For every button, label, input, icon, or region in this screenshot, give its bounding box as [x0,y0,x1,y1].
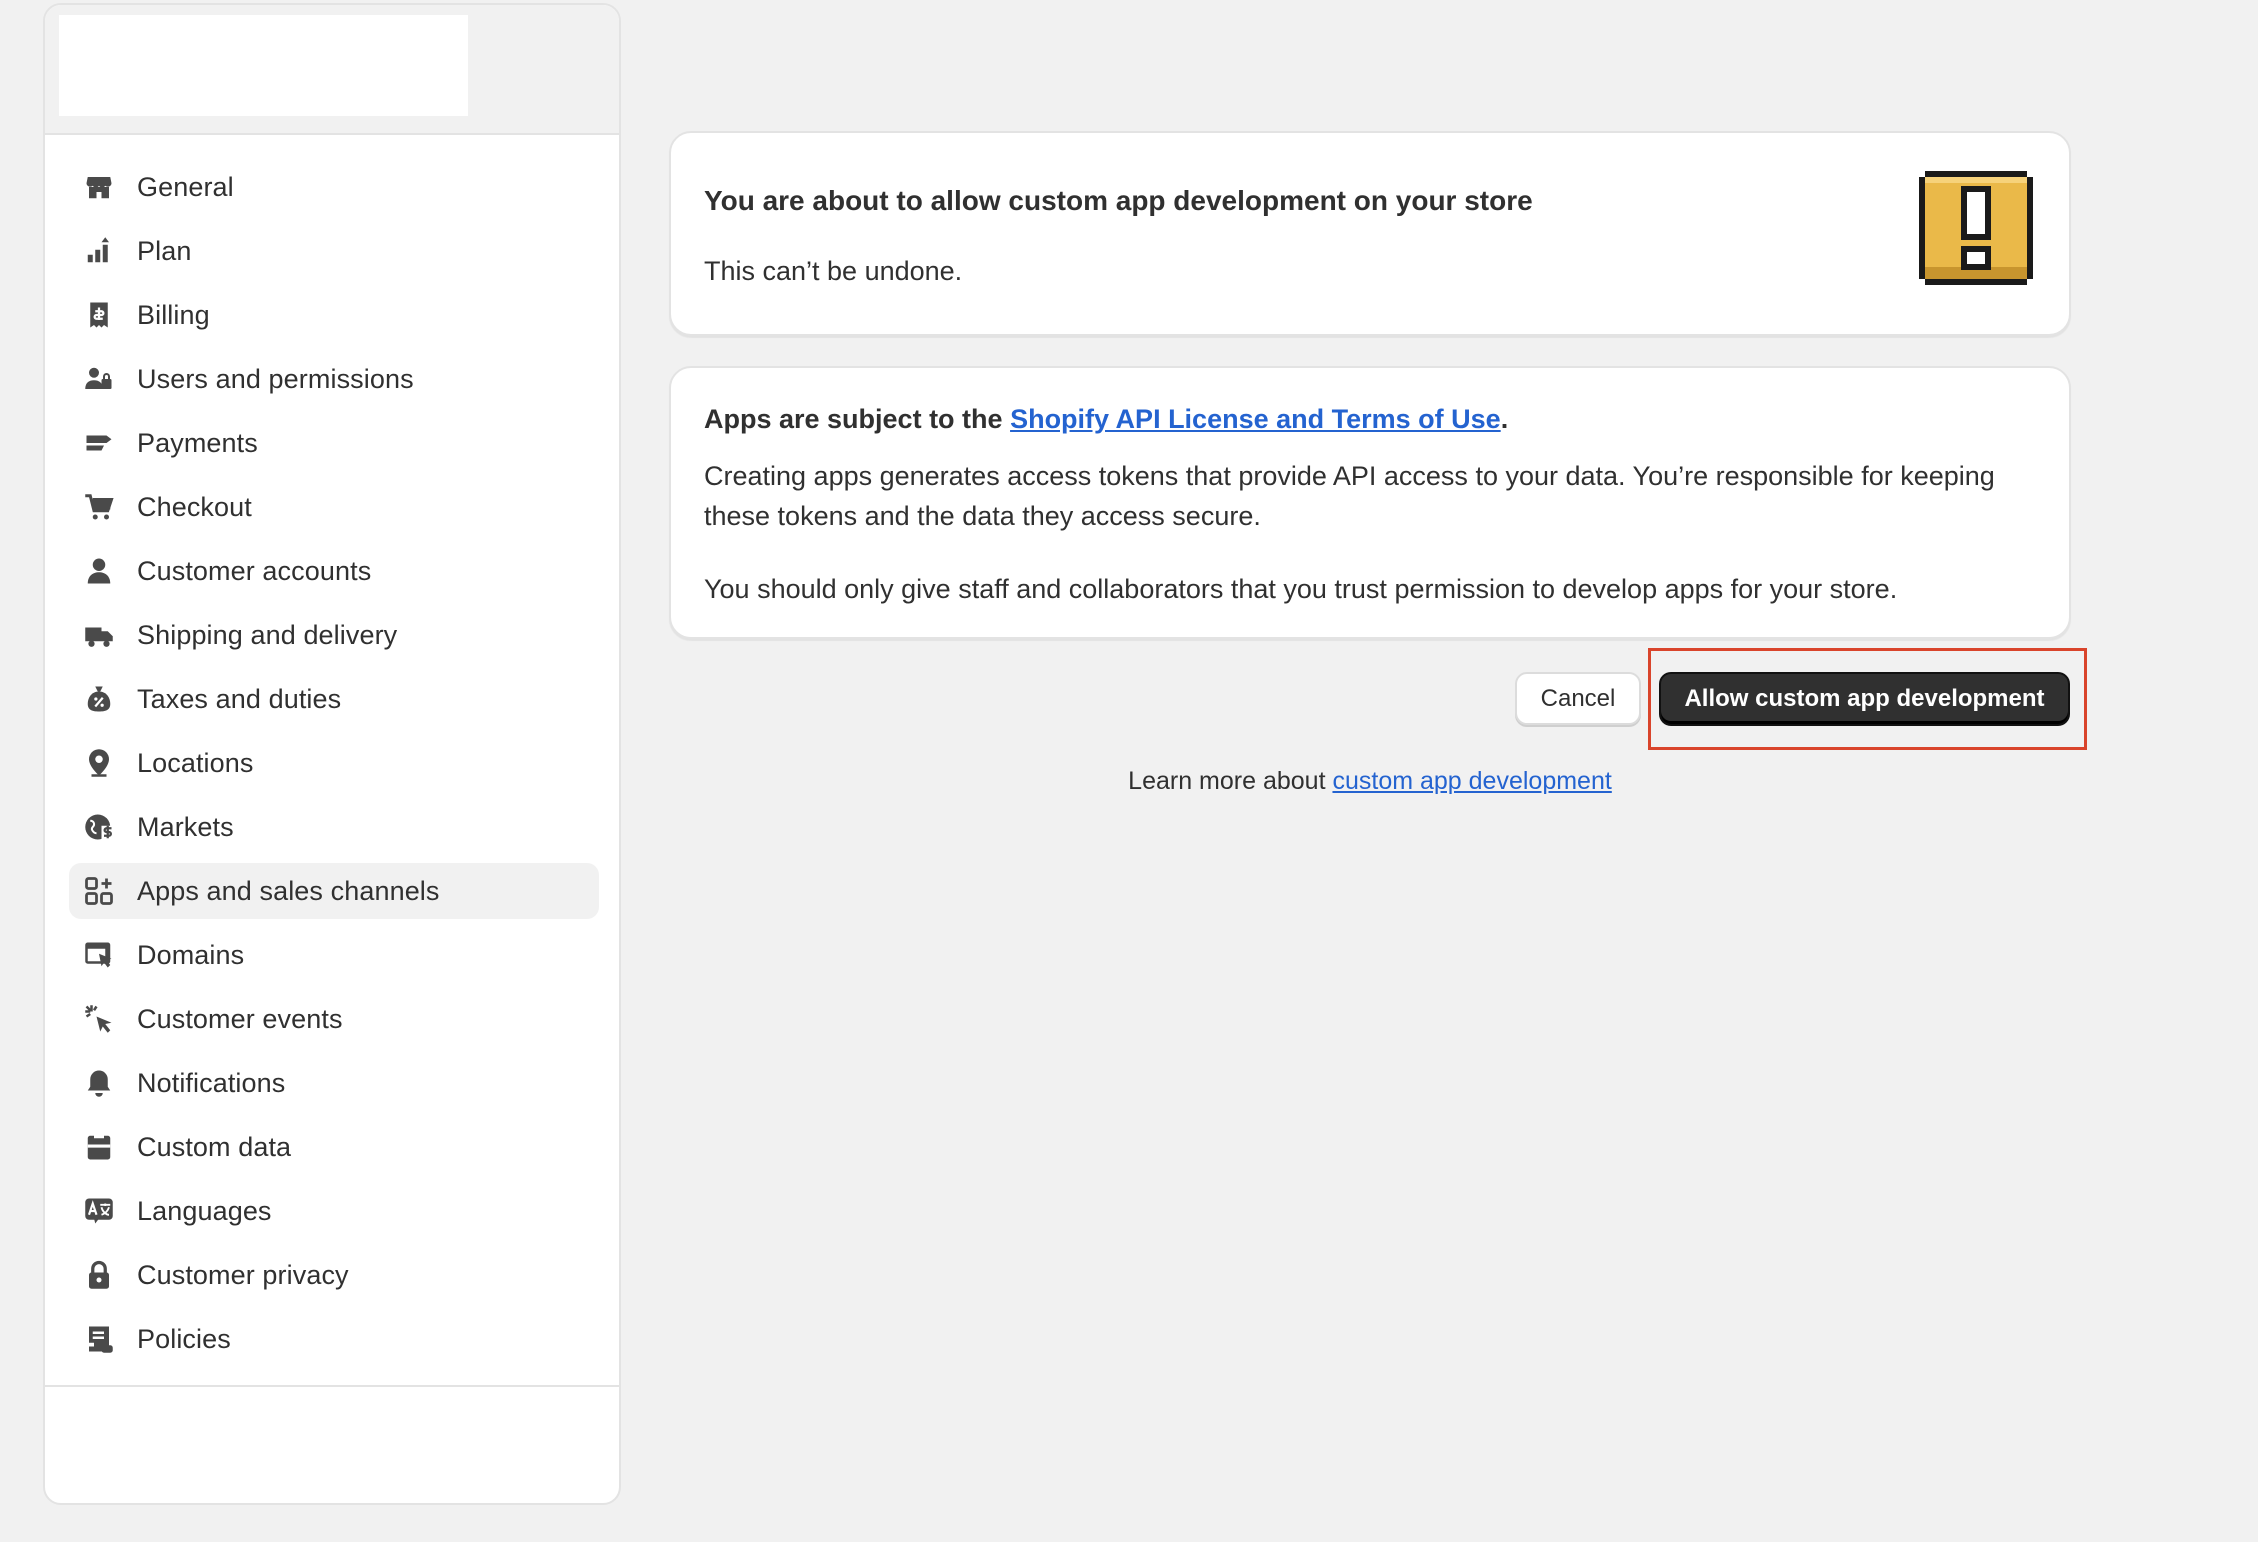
warning-card: You are about to allow custom app develo… [669,131,2071,336]
terms-paragraph-tokens: Creating apps generates access tokens th… [704,461,1995,531]
sidebar-item-users-and-permissions[interactable]: Users and permissions [69,351,599,407]
settings-nav: General Plan Billing Users and permissions P… [69,159,599,1375]
domains-icon [83,939,115,971]
api-terms-link[interactable]: Shopify API License and Terms of Use [1010,404,1501,434]
sidebar-item-shipping-and-delivery[interactable]: Shipping and delivery [69,607,599,663]
sidebar-item-label: Billing [137,299,210,330]
sidebar-item-customer-privacy[interactable]: Customer privacy [69,1247,599,1303]
sidebar-item-customer-accounts[interactable]: Customer accounts [69,543,599,599]
sidebar-item-label: Domains [137,939,245,970]
globe-icon [83,811,115,843]
warning-title: You are about to allow custom app develo… [704,185,1533,216]
sidebar-item-plan[interactable]: Plan [69,223,599,279]
terms-title: Apps are subject to the Shopify API Lice… [704,404,1508,435]
sidebar-item-custom-data[interactable]: Custom data [69,1119,599,1175]
sidebar-item-checkout[interactable]: Checkout [69,479,599,535]
sidebar-item-label: Apps and sales channels [137,875,440,906]
cursor-icon [83,1003,115,1035]
cancel-button[interactable]: Cancel [1515,672,1641,725]
sidebar-item-label: Checkout [137,491,252,522]
sidebar-item-general[interactable]: General [69,159,599,215]
sidebar-item-label: Plan [137,235,192,266]
warning-exclamation-icon [1919,171,2033,285]
sidebar-item-label: Notifications [137,1067,286,1098]
custom-app-development-link[interactable]: custom app development [1332,767,1611,795]
sidebar-item-label: Locations [137,747,254,778]
location-icon [83,747,115,779]
sidebar-item-domains[interactable]: Domains [69,927,599,983]
sidebar-item-label: Payments [137,427,258,458]
sidebar-item-locations[interactable]: Locations [69,735,599,791]
bell-icon [83,1067,115,1099]
sidebar-item-apps-and-sales-channels[interactable]: Apps and sales channels [69,863,599,919]
sidebar-item-markets[interactable]: Markets [69,799,599,855]
learn-more-text: Learn more about custom app development [669,767,2071,796]
allow-custom-app-development-button[interactable]: Allow custom app development [1659,672,2070,726]
users-icon [83,363,115,395]
terms-card: Apps are subject to the Shopify API Lice… [669,366,2071,639]
sidebar-item-taxes-and-duties[interactable]: Taxes and duties [69,671,599,727]
sidebar-item-label: Policies [137,1323,231,1354]
sidebar-item-label: Customer accounts [137,555,372,586]
sidebar-item-payments[interactable]: Payments [69,415,599,471]
sidebar-item-languages[interactable]: Languages [69,1183,599,1239]
policies-icon [83,1323,115,1355]
sidebar-item-label: Custom data [137,1131,292,1162]
sidebar-item-label: Customer events [137,1003,343,1034]
sidebar-item-label: Shipping and delivery [137,619,398,650]
store-icon [83,171,115,203]
sidebar-item-billing[interactable]: Billing [69,287,599,343]
truck-icon [83,619,115,651]
terms-title-suffix: . [1500,404,1509,434]
tax-icon [83,683,115,715]
cart-icon [83,491,115,523]
payments-icon [83,427,115,459]
language-icon [83,1195,115,1227]
plan-icon [83,235,115,267]
sidebar-item-label: Users and permissions [137,363,414,394]
sidebar-item-label: Customer privacy [137,1259,349,1290]
store-logo[interactable] [59,15,468,116]
lock-icon [83,1259,115,1291]
settings-sidebar: General Plan Billing Users and permissions P… [43,3,621,1505]
sidebar-item-label: General [137,171,234,202]
sidebar-item-notifications[interactable]: Notifications [69,1055,599,1111]
learn-more-prefix: Learn more about [1128,767,1333,795]
custom-data-icon [83,1131,115,1163]
terms-paragraph-staff: You should only give staff and collabora… [704,574,1898,604]
warning-subtitle: This can’t be undone. [704,256,963,286]
sidebar-item-label: Languages [137,1195,272,1226]
sidebar-item-label: Taxes and duties [137,683,342,714]
sidebar-item-customer-events[interactable]: Customer events [69,991,599,1047]
billing-icon [83,299,115,331]
person-icon [83,555,115,587]
sidebar-item-policies[interactable]: Policies [69,1311,599,1367]
terms-title-prefix: Apps are subject to the [704,404,1011,434]
apps-icon [83,875,115,907]
sidebar-header [45,5,619,135]
sidebar-item-label: Markets [137,811,234,842]
sidebar-divider [45,1385,619,1387]
